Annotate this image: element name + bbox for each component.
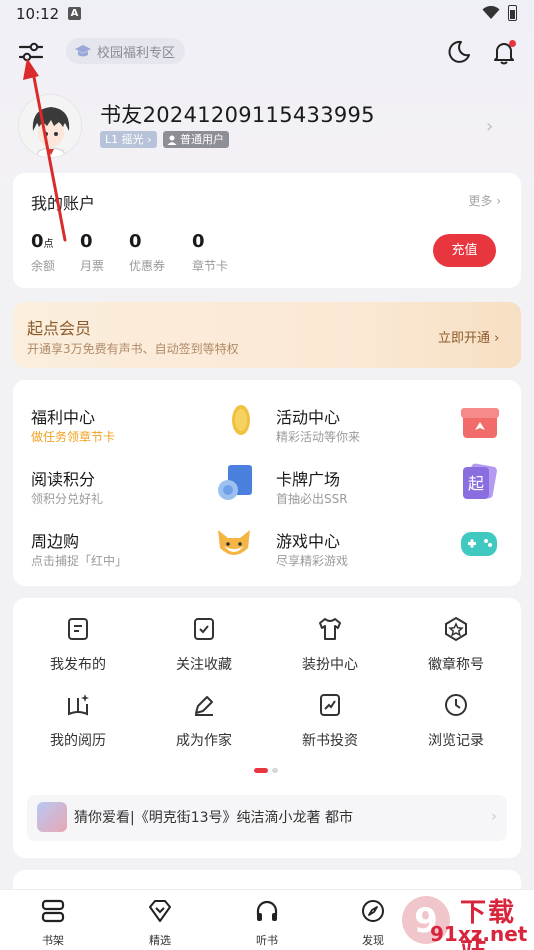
account-more-link[interactable]: 更多 › <box>468 192 501 209</box>
badge-star-icon <box>445 616 467 642</box>
nav-featured[interactable]: 精选 <box>130 898 190 948</box>
bookshelf-icon <box>41 899 65 923</box>
recharge-button[interactable]: 充值 <box>433 234 496 267</box>
graduation-cap-icon <box>75 45 91 57</box>
clock-icon <box>445 694 467 716</box>
tool-dressup-center[interactable]: 装扮中心 <box>267 616 393 676</box>
user-type-badge: 普通用户 <box>163 131 229 148</box>
tool-follow-favorites[interactable]: 关注收藏 <box>141 616 267 676</box>
nav-audiobooks[interactable]: 听书 <box>237 898 297 948</box>
fox-mascot-icon <box>218 530 250 555</box>
gift-box-icon <box>461 408 499 438</box>
balance-item[interactable]: 0点 余额 <box>31 231 55 274</box>
account-title: 我的账户 <box>31 194 96 213</box>
notification-button[interactable] <box>490 38 518 66</box>
reading-history-icon <box>68 694 89 716</box>
monthly-ticket-item[interactable]: 0 月票 <box>80 231 104 274</box>
vip-membership-card[interactable]: 起点会员 开通享3万免费有声书、自动签到等特权 立即开通 › <box>13 302 521 368</box>
user-type-label: 普通用户 <box>180 133 224 146</box>
level-badge[interactable]: L1 摇光 › <box>100 131 157 148</box>
tool-become-writer[interactable]: 成为作家 <box>141 692 267 752</box>
gold-coin-icon <box>232 405 250 435</box>
bookmark-check-icon <box>194 618 214 640</box>
tools-card: 我发布的 关注收藏 装扮中心 徽章称号 我的阅历 成为作家 新书投资 浏览记录 … <box>13 598 521 858</box>
wifi-icon <box>482 6 500 19</box>
user-icon <box>167 135 177 145</box>
page-indicator <box>254 768 278 773</box>
status-time: 10:12 <box>16 5 60 23</box>
nav-discover[interactable]: 发现 <box>343 898 403 948</box>
points-book-icon <box>218 465 252 500</box>
notification-dot <box>509 40 516 47</box>
service-welfare-center[interactable]: 福利中心 做任务领章节卡 <box>13 404 263 454</box>
sliders-icon <box>18 42 44 62</box>
tool-browse-history[interactable]: 浏览记录 <box>393 692 519 752</box>
page-dot-active <box>254 768 268 773</box>
watermark-url: 91xz.net <box>430 922 528 946</box>
chevron-right-icon: › <box>491 807 497 825</box>
battery-icon <box>508 5 517 21</box>
moon-icon <box>448 40 470 63</box>
profile-chevron-icon[interactable]: › <box>486 116 493 137</box>
account-card: 我的账户 更多 › 0点 余额 0 月票 0 优惠券 0 章节卡 充值 <box>13 173 521 288</box>
vip-desc: 开通享3万免费有声书、自动签到等特权 <box>27 342 239 356</box>
coupon-item[interactable]: 0 优惠券 <box>129 231 165 274</box>
service-card-plaza[interactable]: 卡牌广场 首抽必出SSR 起 <box>258 463 508 516</box>
card-glyph: 起 <box>468 474 484 493</box>
watermark: 9 下载站 91xz.net <box>398 888 534 950</box>
nav-bookshelf[interactable]: 书架 <box>23 898 83 948</box>
shirt-icon <box>319 618 341 640</box>
service-merch-shop[interactable]: 周边购 点击捕捉「红中」 <box>13 528 263 578</box>
page-dot <box>272 768 278 773</box>
anime-avatar-icon <box>19 95 81 157</box>
guess-you-like-banner[interactable]: 猜你爱看|《明克街13号》纯洁滴小龙著 都市 › <box>27 795 507 841</box>
document-icon <box>68 618 88 640</box>
headphones-icon <box>256 900 278 921</box>
guess-text: 猜你爱看|《明克街13号》纯洁滴小龙著 都市 <box>74 810 353 826</box>
username[interactable]: 书友20241209115433995 <box>100 99 375 129</box>
level-label: L1 摇光 <box>105 133 144 146</box>
night-mode-button[interactable] <box>444 38 472 66</box>
service-game-center[interactable]: 游戏中心 尽享精彩游戏 <box>258 528 508 578</box>
tool-badges-titles[interactable]: 徽章称号 <box>393 616 519 676</box>
service-reading-points[interactable]: 阅读积分 领积分兑好礼 <box>13 465 263 516</box>
status-bar: 10:12 A <box>0 0 534 30</box>
card-icon: 起 <box>463 463 497 499</box>
book-cover-thumbnail <box>37 802 67 832</box>
vip-open-button[interactable]: 立即开通 › <box>438 327 499 346</box>
chapter-card-item[interactable]: 0 章节卡 <box>192 231 228 274</box>
service-activity-center[interactable]: 活动中心 精彩活动等你来 <box>258 404 508 454</box>
campus-label: 校园福利专区 <box>97 45 176 61</box>
tool-my-posts[interactable]: 我发布的 <box>15 616 141 676</box>
notification-a-icon: A <box>68 7 81 20</box>
gamepad-icon <box>461 532 497 556</box>
tool-new-book-investment[interactable]: 新书投资 <box>267 692 393 752</box>
campus-welfare-button[interactable]: 校园福利专区 <box>66 38 186 64</box>
filter-settings-button[interactable] <box>16 38 46 66</box>
trend-chart-icon <box>320 694 340 716</box>
vip-title: 起点会员 <box>27 319 92 338</box>
tool-reading-history[interactable]: 我的阅历 <box>15 692 141 752</box>
pen-icon <box>195 696 213 716</box>
diamond-icon <box>149 900 171 922</box>
services-card: 福利中心 做任务领章节卡 活动中心 精彩活动等你来 阅读积分 领积分兑好礼 卡牌… <box>13 380 521 586</box>
avatar[interactable] <box>18 94 82 158</box>
compass-icon <box>362 900 384 922</box>
